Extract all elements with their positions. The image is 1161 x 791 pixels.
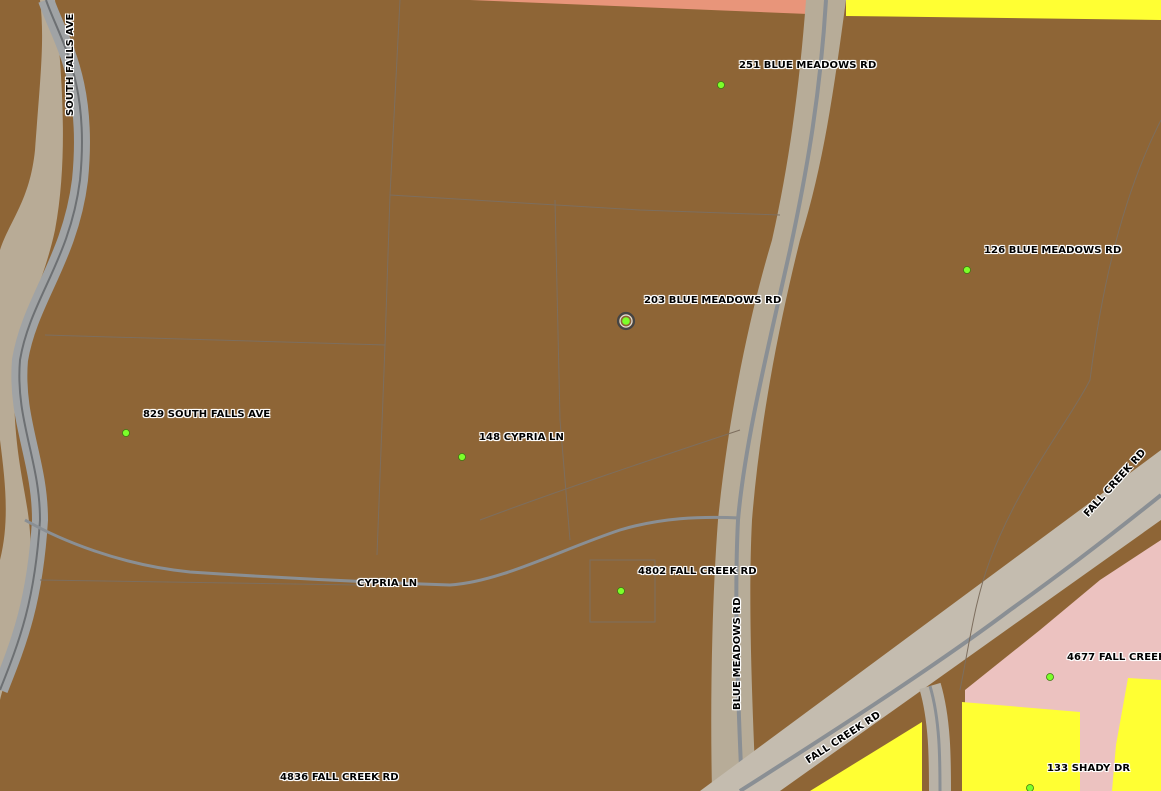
- address-label-133-shady[interactable]: 133 SHADY DR: [1047, 763, 1130, 775]
- address-label-4677-fall-creek[interactable]: 4677 FALL CREEK: [1067, 652, 1161, 664]
- address-label-4802-fall-creek[interactable]: 4802 FALL CREEK RD: [638, 566, 757, 578]
- parcel-map[interactable]: 251 BLUE MEADOWS RD 126 BLUE MEADOWS RD …: [0, 0, 1161, 791]
- address-label-126-blue-meadows[interactable]: 126 BLUE MEADOWS RD: [984, 245, 1121, 257]
- street-label-cypria-ln: CYPRIA LN: [357, 578, 418, 589]
- address-point-icon[interactable]: [1046, 673, 1054, 681]
- address-point-icon[interactable]: [617, 587, 625, 595]
- address-label-4836-fall-creek[interactable]: 4836 FALL CREEK RD: [280, 772, 399, 784]
- address-point-icon[interactable]: [1026, 784, 1034, 791]
- street-label-south-falls-ave: SOUTH FALLS AVE: [65, 13, 76, 116]
- address-label-829-south-falls[interactable]: 829 SOUTH FALLS AVE: [143, 409, 270, 421]
- address-point-icon[interactable]: [963, 266, 971, 274]
- address-point-icon[interactable]: [458, 453, 466, 461]
- address-point-icon[interactable]: [717, 81, 725, 89]
- street-label-blue-meadows-rd: BLUE MEADOWS RD: [732, 597, 743, 710]
- address-label-251-blue-meadows[interactable]: 251 BLUE MEADOWS RD: [739, 60, 876, 72]
- address-point-icon[interactable]: [122, 429, 130, 437]
- address-label-148-cypria[interactable]: 148 CYPRIA LN: [479, 432, 564, 444]
- parcel-fill: [0, 0, 1161, 791]
- yellow-parcel-1[interactable]: [962, 702, 1080, 791]
- selected-address-point-icon[interactable]: [622, 317, 630, 325]
- map-canvas[interactable]: [0, 0, 1161, 791]
- address-label-203-blue-meadows[interactable]: 203 BLUE MEADOWS RD: [644, 295, 781, 307]
